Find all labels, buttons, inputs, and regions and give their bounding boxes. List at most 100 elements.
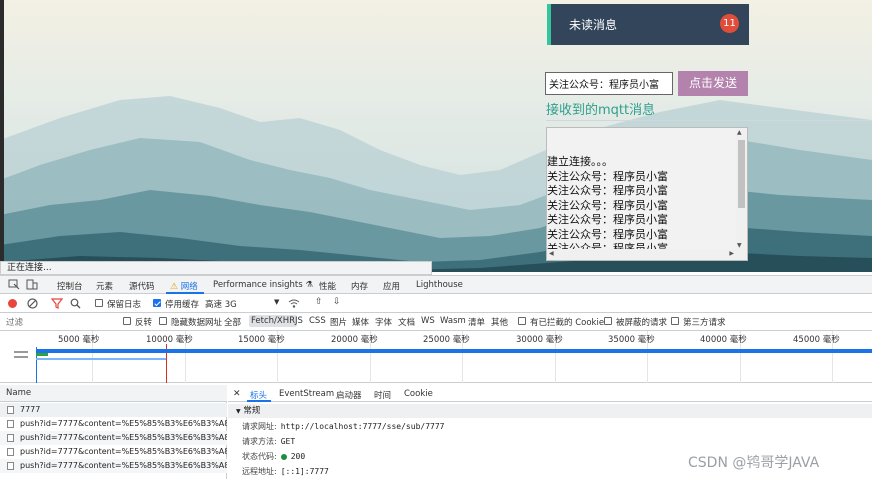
tab-performance-insights[interactable]: Performance insights ⚗: [213, 280, 313, 290]
export-har-icon[interactable]: ⇩: [333, 297, 341, 307]
filter-type-img[interactable]: 图片: [330, 316, 347, 328]
blocked-requests-label: 被屏蔽的请求: [616, 318, 668, 328]
tab-cookies[interactable]: Cookie: [404, 389, 433, 399]
status-bar: 正在连接...: [0, 261, 432, 275]
flask-icon: ⚗: [305, 280, 313, 290]
filter-type-wasm[interactable]: Wasm: [440, 316, 466, 326]
remote-address-row: 远程地址: [::1]:7777: [242, 467, 329, 476]
timeline-tick: 5000 毫秒: [58, 335, 100, 345]
horizontal-scrollbar[interactable]: ◀ ▶: [547, 249, 747, 260]
timeline-tick: 25000 毫秒: [423, 335, 470, 345]
invert-label: 反转: [135, 318, 153, 328]
wifi-settings-icon[interactable]: [288, 298, 300, 309]
tab-timing[interactable]: 时间: [374, 389, 391, 401]
scroll-left-icon[interactable]: ◀: [549, 250, 554, 257]
request-row[interactable]: push?id=7777&content=%E5%85%B3%E6%B3%A8%…: [0, 459, 227, 473]
message-line: 建立连接。。。: [547, 155, 613, 168]
message-line: 关注公众号：程序员小富: [547, 169, 668, 183]
tab-application[interactable]: 应用: [383, 280, 400, 292]
third-party-checkbox[interactable]: [671, 317, 679, 325]
name-column-header[interactable]: Name: [0, 385, 227, 402]
record-icon[interactable]: [8, 299, 17, 308]
filter-type-ws[interactable]: WS: [421, 316, 435, 326]
tab-console[interactable]: 控制台: [57, 280, 83, 292]
search-icon[interactable]: [70, 298, 81, 309]
message-line: 关注公众号：程序员小富: [547, 184, 668, 197]
unread-label: 未读消息: [569, 18, 618, 32]
request-bar: [14, 356, 28, 358]
chevron-down-icon[interactable]: ▼: [274, 298, 279, 306]
request-row[interactable]: push?id=7777&content=%E5%85%B3%E6%B3%A8%…: [0, 445, 227, 459]
filter-type-doc[interactable]: 文档: [398, 316, 415, 328]
device-toggle-icon[interactable]: [26, 279, 38, 290]
tab-performance[interactable]: 性能: [319, 280, 336, 292]
preserve-log-checkbox[interactable]: [95, 299, 103, 307]
disable-cache-checkbox[interactable]: [153, 299, 161, 307]
request-row[interactable]: push?id=7777&content=%E5%85%B3%E6%B3%A8%…: [0, 417, 227, 431]
filter-type-manifest[interactable]: 清单: [468, 316, 485, 328]
vertical-scrollbar[interactable]: ▲ ▼: [736, 128, 747, 250]
network-toolbar: 保留日志 停用缓存 高速 3G ▼ ⇧ ⇩: [0, 294, 872, 313]
filter-type-all[interactable]: 全部: [224, 316, 241, 328]
received-title: 接收到的mqtt消息: [546, 103, 656, 118]
warning-icon: ⚠: [170, 282, 179, 292]
blocked-cookies-checkbox[interactable]: [518, 317, 526, 325]
message-textarea[interactable]: 建立连接。。。 关注公众号：程序员小富 关注公众号：程序员小富 关注公众号：程序…: [546, 127, 748, 261]
scroll-right-icon[interactable]: ▶: [729, 250, 734, 257]
message-line: 关注公众号：程序员小富: [547, 198, 668, 212]
scroll-up-icon[interactable]: ▲: [737, 129, 742, 136]
filter-type-js[interactable]: JS: [295, 316, 303, 326]
timeline-tick: 15000 毫秒: [238, 335, 285, 345]
status-code-row: 状态代码: 200: [242, 452, 306, 461]
tab-memory[interactable]: 内存: [351, 280, 368, 292]
request-list: Name 7777 push?id=7777&content=%E5%85%B3…: [0, 385, 227, 479]
filter-type-fetch-xhr[interactable]: Fetch/XHR: [249, 315, 298, 327]
message-line: 关注公众号：程序员小富: [547, 213, 668, 226]
timeline-tick: 35000 毫秒: [608, 335, 655, 345]
filter-type-font[interactable]: 字体: [375, 316, 392, 328]
request-method-row: 请求方法: GET: [242, 437, 296, 446]
timeline-tick: 45000 毫秒: [793, 335, 840, 345]
blocked-requests-checkbox[interactable]: [604, 317, 612, 325]
network-overview-timeline[interactable]: 5000 毫秒 10000 毫秒 15000 毫秒 20000 毫秒 25000…: [0, 331, 872, 383]
invert-checkbox[interactable]: [123, 317, 131, 325]
general-section-header[interactable]: ▼ 常规: [228, 404, 872, 418]
filter-icon[interactable]: [51, 298, 63, 309]
tab-network[interactable]: ⚠ 网络: [170, 280, 198, 292]
filter-type-other[interactable]: 其他: [491, 316, 508, 328]
request-row[interactable]: push?id=7777&content=%E5%85%B3%E6%B3%A8%…: [0, 431, 227, 445]
tab-lighthouse[interactable]: Lighthouse: [416, 280, 463, 290]
hide-data-urls-label: 隐藏数据网址: [171, 318, 223, 328]
unread-messages-card[interactable]: 未读消息 11: [547, 4, 749, 45]
request-row[interactable]: 7777: [0, 403, 227, 417]
filter-input[interactable]: 过滤: [6, 316, 23, 328]
import-har-icon[interactable]: ⇧: [315, 297, 323, 307]
close-icon[interactable]: ✕: [233, 389, 241, 399]
clear-icon[interactable]: [27, 298, 38, 309]
tab-initiator[interactable]: 启动器: [336, 389, 362, 401]
disable-cache-label: 停用缓存: [165, 300, 200, 310]
watermark: CSDN @鸨哥学JAVA: [688, 455, 820, 471]
send-button[interactable]: 点击发送: [678, 71, 748, 96]
timeline-tick: 10000 毫秒: [146, 335, 193, 345]
throttle-select[interactable]: 高速 3G: [205, 298, 237, 310]
hide-data-urls-checkbox[interactable]: [159, 317, 167, 325]
detail-tabbar: ✕ 标头 EventStream 启动器 时间 Cookie: [228, 385, 872, 402]
filter-type-media[interactable]: 媒体: [352, 316, 369, 328]
inspect-element-icon[interactable]: [8, 279, 20, 290]
message-line: 关注公众号：程序员小富: [547, 227, 668, 241]
active-tab-indicator: [247, 400, 271, 402]
tab-elements[interactable]: 元素: [96, 280, 113, 292]
scroll-down-icon[interactable]: ▼: [737, 242, 742, 249]
message-input[interactable]: [545, 72, 673, 95]
scroll-thumb[interactable]: [738, 140, 745, 208]
tab-eventstream[interactable]: EventStream: [279, 389, 334, 399]
devtools-tabbar: 控制台 元素 源代码 ⚠ 网络 Performance insights ⚗ 性…: [0, 276, 872, 294]
preserve-log-label: 保留日志: [107, 300, 142, 310]
file-icon: [7, 406, 14, 414]
tab-sources[interactable]: 源代码: [129, 280, 155, 292]
request-bar: [36, 353, 48, 356]
filter-type-css[interactable]: CSS: [309, 316, 326, 326]
request-bar: [36, 349, 872, 353]
file-icon: [7, 462, 14, 470]
